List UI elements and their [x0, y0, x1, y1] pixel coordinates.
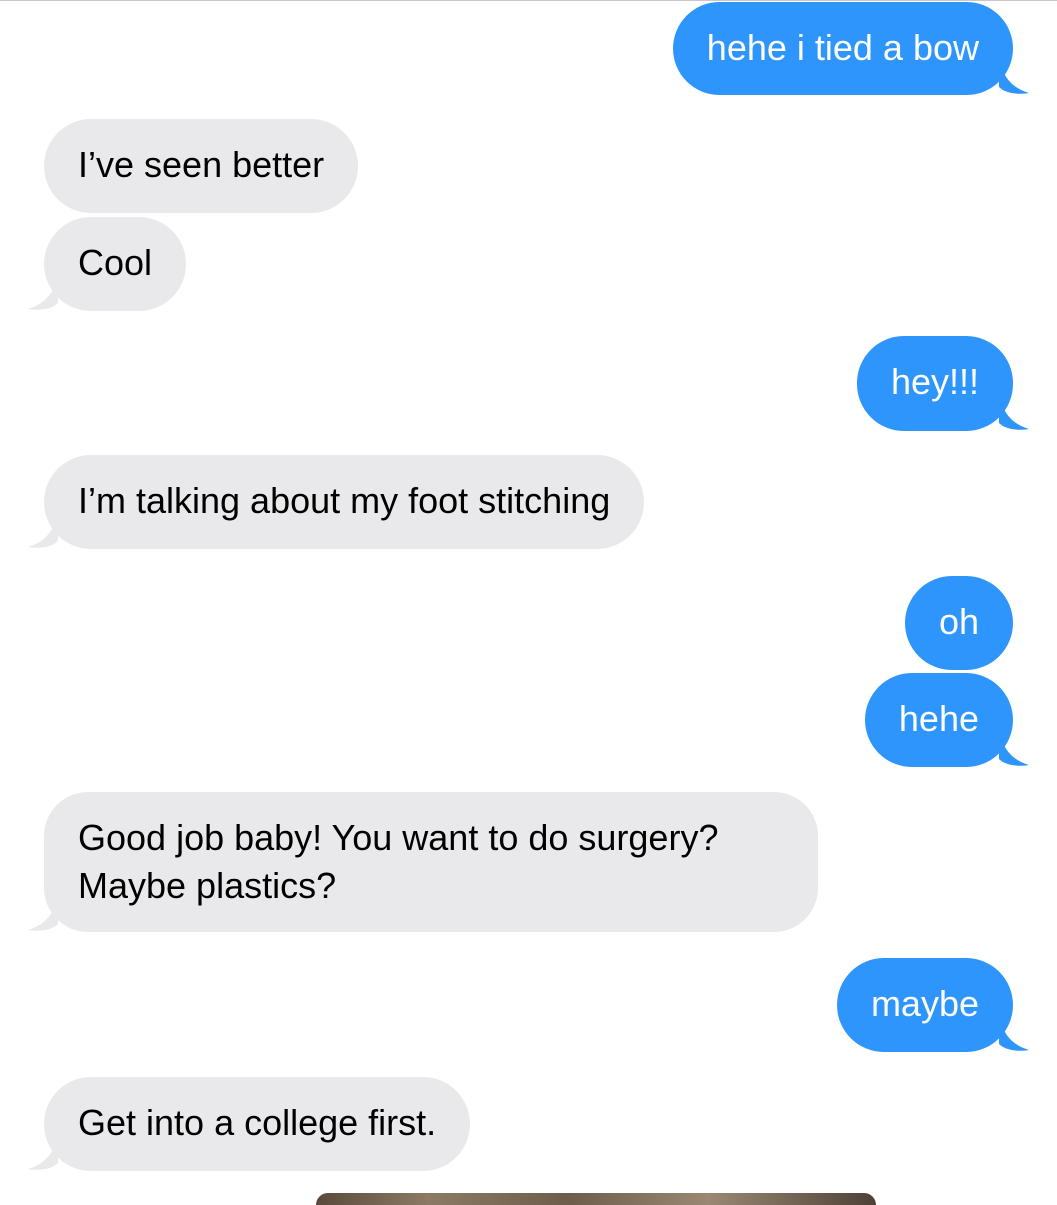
message-bubble-sent[interactable]: hey!!! — [856, 336, 1029, 431]
message-text: hey!!! — [890, 361, 979, 402]
message-text: I’m talking about my foot stitching — [78, 480, 611, 521]
message-bubble-sent[interactable]: maybe — [836, 958, 1029, 1052]
message-bubble-sent[interactable]: oh — [904, 576, 1013, 670]
message-bubble-received[interactable]: I’ve seen better — [44, 119, 359, 213]
bubble-tail-icon — [999, 727, 1029, 766]
bubble-tail-icon — [999, 391, 1029, 430]
bubble-tail-icon — [999, 1012, 1029, 1051]
message-bubble-received[interactable]: Get into a college first. — [28, 1077, 471, 1171]
message-bubble-sent[interactable]: hehe — [864, 673, 1029, 767]
photo-attachment[interactable] — [316, 1193, 876, 1205]
bubble-tail-icon — [999, 55, 1029, 94]
message-text-line: Good job baby! You want to do surgery? — [78, 817, 719, 858]
message-text: I’ve seen better — [78, 144, 325, 185]
message-text: hehe i tied a bow — [706, 27, 979, 68]
bubble-tail-icon — [28, 271, 58, 310]
bubble-tail-icon — [28, 509, 58, 548]
message-text: maybe — [870, 983, 979, 1024]
message-text: hehe — [898, 698, 979, 739]
message-text: Cool — [78, 242, 153, 283]
message-text-line: Maybe plastics? — [78, 865, 337, 906]
bubble-tail-icon — [28, 1131, 58, 1170]
bubble-tail-icon — [28, 892, 58, 931]
message-bubble-received[interactable]: Cool — [28, 217, 187, 311]
message-text: Get into a college first. — [78, 1102, 437, 1143]
message-text: oh — [938, 601, 979, 642]
message-bubble-sent[interactable]: hehe i tied a bow — [672, 2, 1029, 95]
message-bubble-received[interactable]: I’m talking about my foot stitching — [28, 455, 645, 549]
message-bubble-received[interactable]: Good job baby! You want to do surgery? M… — [28, 792, 818, 932]
top-divider — [0, 0, 1057, 1]
